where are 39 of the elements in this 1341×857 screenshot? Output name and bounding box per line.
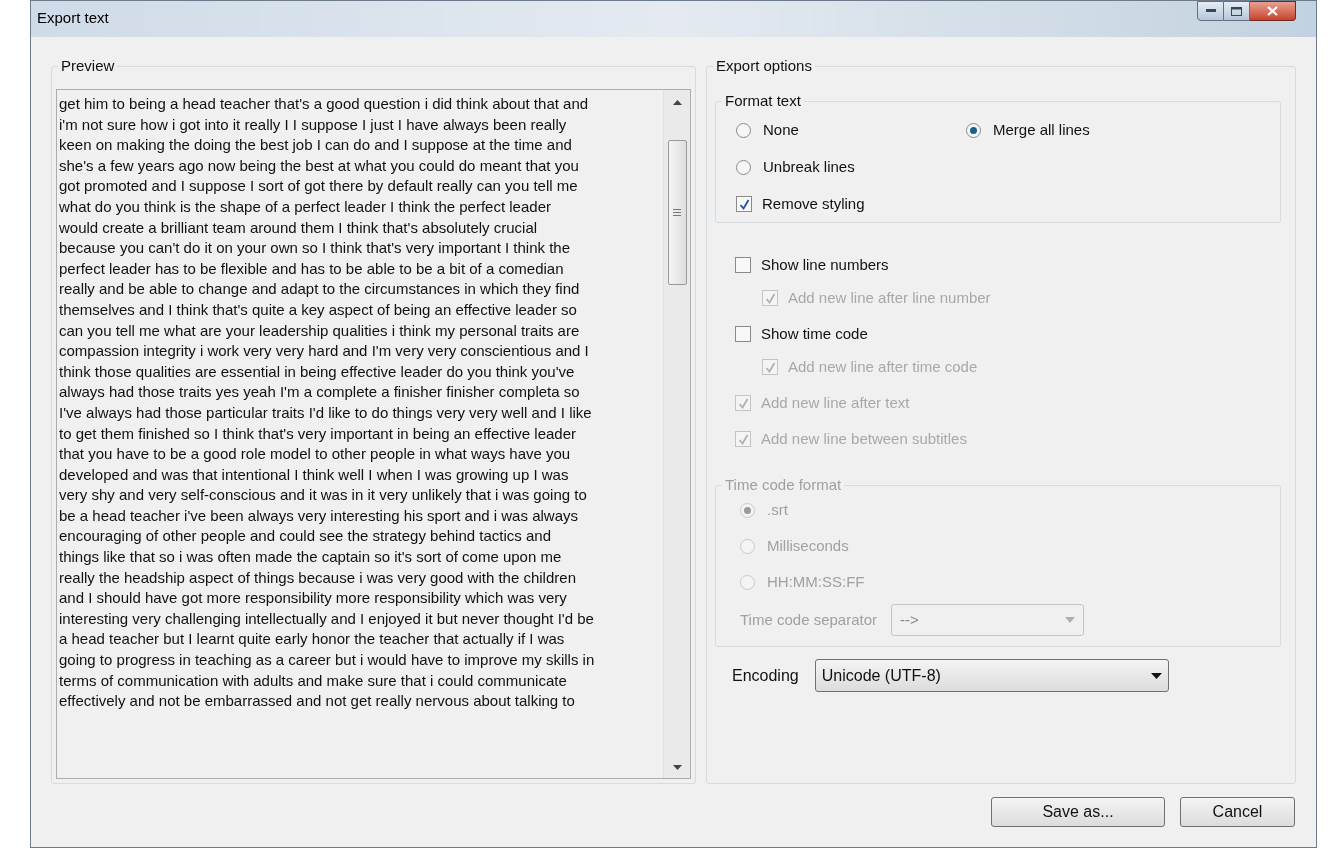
checkbox-label: Remove styling — [762, 193, 865, 214]
close-button[interactable] — [1250, 1, 1296, 21]
checkbox[interactable] — [735, 257, 751, 273]
minimize-button[interactable] — [1197, 1, 1224, 21]
maximize-icon — [1231, 6, 1242, 16]
scroll-thumb[interactable] — [667, 140, 687, 285]
radio-label: HH:MM:SS:FF — [767, 571, 865, 592]
grip-icon — [673, 209, 681, 216]
checkbox-label: Add new line after text — [761, 392, 910, 413]
checkbox[interactable] — [735, 326, 751, 342]
radio-button[interactable] — [736, 159, 751, 175]
radio-label: Milliseconds — [767, 535, 849, 556]
radio-label: Unbreak lines — [763, 156, 855, 177]
radio-label: .srt — [767, 499, 788, 520]
radio-label: Merge all lines — [993, 119, 1090, 140]
close-icon — [1267, 6, 1278, 16]
separator-label: Time code separator — [740, 609, 877, 630]
radio-button[interactable] — [736, 122, 751, 138]
checkbox-label: Show line numbers — [761, 254, 889, 275]
encoding-dropdown[interactable]: Unicode (UTF-8) — [814, 659, 1169, 692]
save-as-button[interactable]: Save as... — [991, 797, 1165, 827]
encoding-label: Encoding — [732, 665, 799, 686]
checkbox-label: Add new line between subtitles — [761, 428, 967, 449]
scroll-down-icon — [672, 765, 682, 770]
minimize-icon — [1205, 9, 1216, 13]
checkbox[interactable] — [736, 196, 752, 212]
checkbox-label: Add new line after time code — [788, 356, 978, 377]
scroll-up-icon — [672, 100, 682, 105]
maximize-button[interactable] — [1224, 1, 1250, 21]
radio-label: None — [763, 119, 799, 140]
dropdown-arrow-icon — [1065, 617, 1075, 623]
dropdown-arrow-icon — [1150, 672, 1162, 679]
cancel-button[interactable]: Cancel — [1180, 797, 1295, 827]
checkbox-label: Show time code — [761, 323, 868, 344]
window-title: Export text — [37, 8, 109, 28]
radio-button[interactable] — [966, 122, 981, 138]
scrollbar[interactable] — [663, 90, 690, 778]
checkbox-label: Add new line after line number — [788, 287, 991, 308]
preview-text: get him to being a head teacher that's a good question i did think about that and i'm not sure how i got into it really I I suppose I just I have always been really keen on making the doing the best job I can do and I suppose at the time and she's a few years ago now being the best at what you could do meant that you got promoted and I suppose I sort of got there by default really can you tell me what do you think is the shape of a perfect leader I think the perfect leader would create a brilliant team around them I think that's absolutely crucial because you can't do it on your own so I think that's very important I think the perfect leader has to be flexible and has to be able to be a bit of a comedian really and be able to change and adapt to the circumstances in which they find themselves and I think that's quite a key aspect of being an effective leader so can you tell me what are your leadership qualities i think my personal traits are compassion integrity i work very very hard and I'm very very conscientious and I think those qualities are essential in being effective leader do you think you've always had those traits yes yeah I'm a complete a finisher finisher completa so I've always had those particular traits I'd like to do things very very well and I like to get them finished so I think that's very important in being an effective leader that you have to be a good role model to other people in what ways have you developed and was that intentional I think well I when I was growing up I was very shy and very self-conscious and it was in it very unlikely that i was going to be a head teacher i've been always very interesting his sport and i was always encouraging of other people and could see the strategy behind tactics and things like that so i was often made the captain so it's sort of come upon me really the headship aspect of things because i was very good with the children and I should have got more responsibility more responsibility which was very interesting very challenging intellectually and I enjoyed it but never thought I'd be a head teacher but I learnt quite early honor the teacher that actually if I was going to progress in teaching as a career but i would have to improve my skills in terms of communication with adults and make sure that i could communicate effectively and not be embarrassed and not get really nervous about talking to — [58, 94, 596, 712]
